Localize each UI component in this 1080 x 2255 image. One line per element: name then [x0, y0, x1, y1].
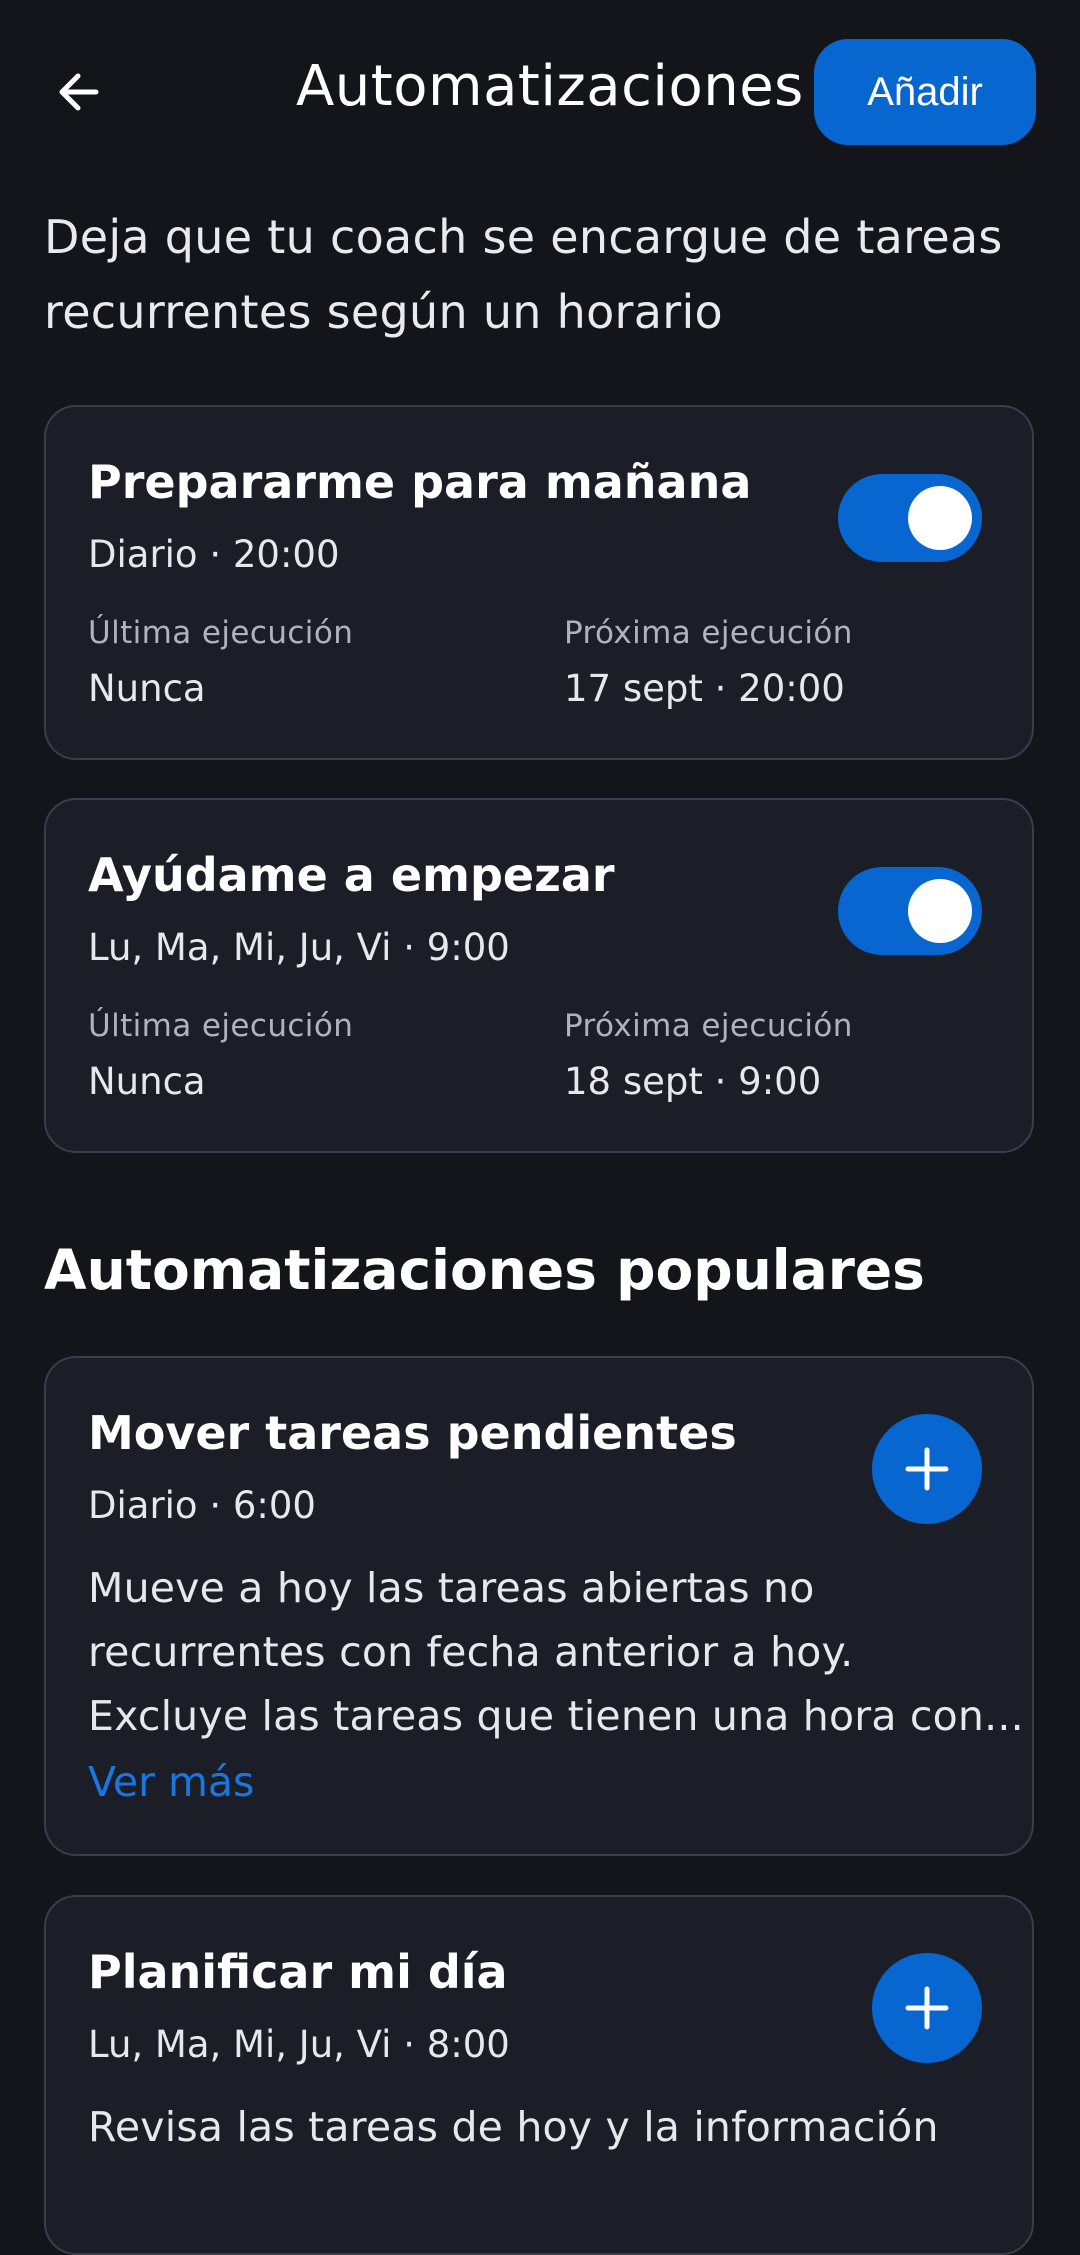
- next-run-value: 18 sept · 9:00: [564, 1060, 822, 1103]
- popular-automation-title: Mover tareas pendientes: [88, 1406, 737, 1460]
- popular-automation-title: Planificar mi día: [88, 1945, 508, 1999]
- popular-automation-card[interactable]: Mover tareas pendientes Diario · 6:00 Mu…: [44, 1356, 1034, 1856]
- popular-automation-schedule: Diario · 6:00: [88, 1484, 316, 1527]
- last-run-value: Nunca: [88, 667, 206, 710]
- intro-line: recurrentes según un horario: [44, 285, 723, 339]
- automation-schedule: Lu, Ma, Mi, Ju, Vi · 9:00: [88, 926, 510, 969]
- toggle-knob: [908, 486, 972, 550]
- app-header: Automatizaciones Añadir: [0, 0, 1080, 184]
- plus-icon: [905, 1447, 949, 1491]
- arrow-left-icon: [59, 73, 99, 111]
- popular-automation-description: Revisa las tareas de hoy y la informació…: [88, 2095, 1038, 2159]
- next-run-label: Próxima ejecución: [564, 1008, 853, 1044]
- last-run-label: Última ejecución: [88, 1008, 354, 1044]
- add-popular-automation-button[interactable]: [872, 1414, 982, 1524]
- automation-card[interactable]: Ayúdame a empezar Lu, Ma, Mi, Ju, Vi · 9…: [44, 798, 1034, 1153]
- automation-toggle[interactable]: [838, 474, 982, 562]
- description-line: Mueve a hoy las tareas abiertas no: [88, 1564, 815, 1612]
- see-more-link[interactable]: Ver más: [88, 1758, 254, 1806]
- add-popular-automation-button[interactable]: [872, 1953, 982, 2063]
- next-run-label: Próxima ejecución: [564, 615, 853, 651]
- toggle-knob: [908, 879, 972, 943]
- automation-schedule: Diario · 20:00: [88, 533, 340, 576]
- intro-text: Deja que tu coach se encargue de tareas …: [44, 200, 1044, 350]
- back-button[interactable]: [44, 58, 112, 126]
- intro-line: Deja que tu coach se encargue de tareas: [44, 210, 1003, 264]
- last-run-label: Última ejecución: [88, 615, 354, 651]
- popular-automation-schedule: Lu, Ma, Mi, Ju, Vi · 8:00: [88, 2023, 510, 2066]
- description-line: Revisa las tareas de hoy y la informació…: [88, 2103, 939, 2151]
- popular-automation-card[interactable]: Planificar mi día Lu, Ma, Mi, Ju, Vi · 8…: [44, 1895, 1034, 2255]
- automation-title: Prepararme para mañana: [88, 455, 752, 509]
- automation-toggle[interactable]: [838, 867, 982, 955]
- page-title: Automatizaciones: [296, 54, 804, 119]
- section-title: Automatizaciones populares: [44, 1238, 925, 1302]
- add-automation-button[interactable]: Añadir: [814, 39, 1036, 145]
- plus-icon: [905, 1986, 949, 2030]
- description-line: Excluye las tareas que tienen una hora c…: [88, 1692, 1024, 1740]
- next-run-value: 17 sept · 20:00: [564, 667, 845, 710]
- automation-title: Ayúdame a empezar: [88, 848, 615, 902]
- automation-card[interactable]: Prepararme para mañana Diario · 20:00 Úl…: [44, 405, 1034, 760]
- last-run-value: Nunca: [88, 1060, 206, 1103]
- description-line: recurrentes con fecha anterior a hoy.: [88, 1628, 854, 1676]
- popular-automation-description: Mueve a hoy las tareas abiertas no recur…: [88, 1556, 1038, 1748]
